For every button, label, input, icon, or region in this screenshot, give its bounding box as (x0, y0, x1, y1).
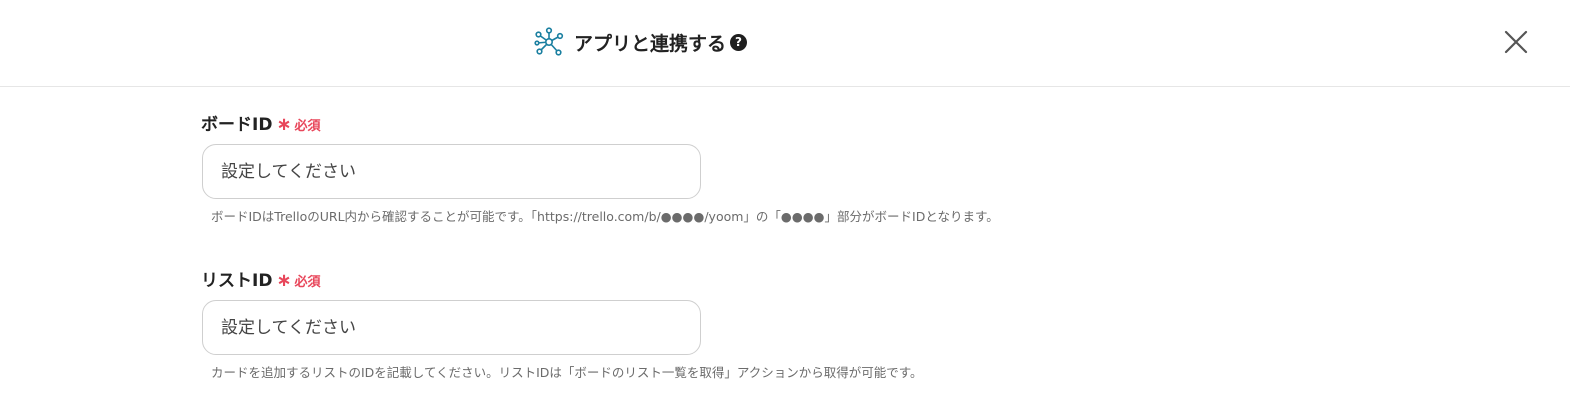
list-id-input[interactable] (202, 300, 701, 355)
close-icon (1504, 30, 1528, 54)
network-nodes-icon (534, 27, 564, 57)
board-id-help-text: ボードIDはTrelloのURL内から確認することが可能です。「https://… (211, 209, 999, 224)
help-icon[interactable]: ? (730, 33, 748, 51)
close-button[interactable] (1500, 26, 1532, 58)
board-id-input[interactable] (202, 144, 701, 199)
list-id-label-text: リストID (201, 271, 273, 291)
modal-title: アプリと連携する (574, 32, 727, 55)
list-id-help-text: カードを追加するリストのIDを記載してください。リストIDは「ボードのリスト一覧… (211, 365, 923, 380)
required-asterisk: ∗ (276, 114, 292, 135)
board-id-label-text: ボードID (201, 115, 273, 135)
board-id-label: ボードID ∗ 必須 (201, 110, 321, 135)
list-id-label: リストID ∗ 必須 (201, 266, 321, 291)
modal-title-group: アプリと連携する ? (534, 26, 748, 58)
required-asterisk: ∗ (276, 270, 292, 291)
modal-header: アプリと連携する ? (0, 0, 1570, 87)
required-badge: 必須 (294, 119, 321, 134)
required-badge: 必須 (294, 275, 321, 290)
